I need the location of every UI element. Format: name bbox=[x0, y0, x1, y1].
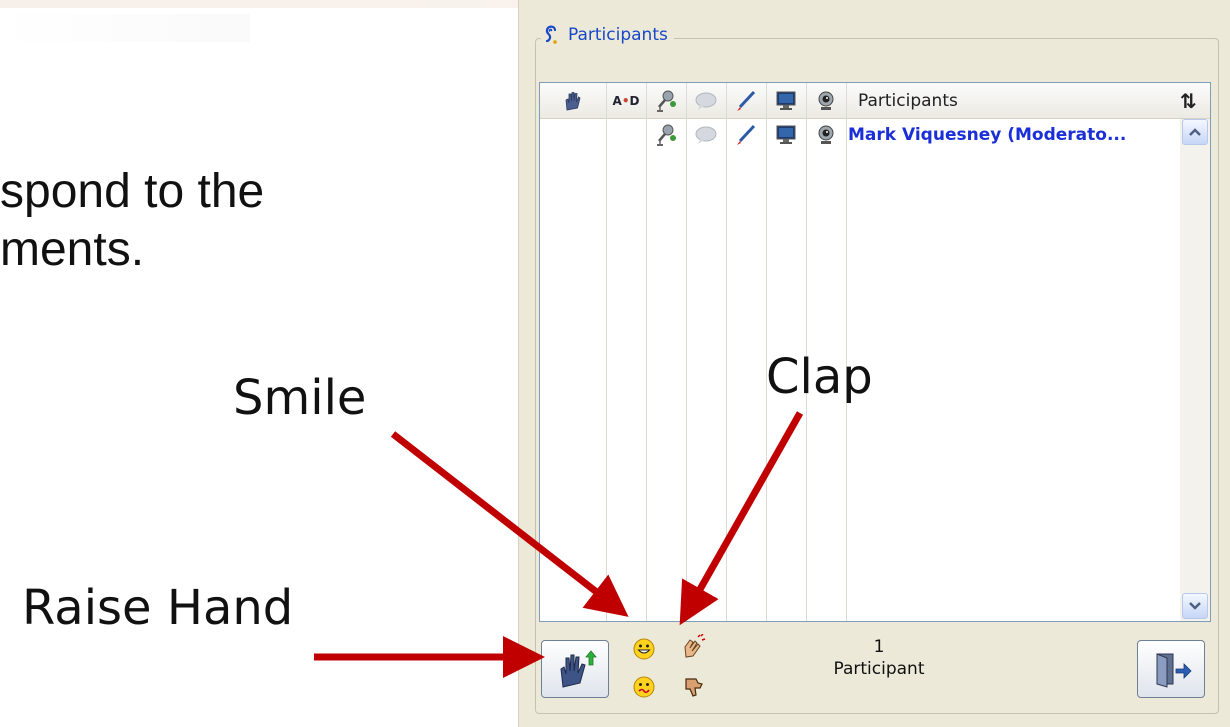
column-separator bbox=[686, 83, 687, 621]
raise-hand-column-header[interactable] bbox=[540, 83, 606, 119]
slide-text-line-2: ments. bbox=[0, 223, 145, 276]
confused-icon bbox=[633, 676, 655, 698]
sort-icon[interactable]: ⇅ bbox=[1180, 89, 1197, 113]
microphone-icon bbox=[657, 90, 676, 112]
participants-column-header[interactable]: Participants bbox=[858, 83, 958, 119]
clap-callout: Clap bbox=[766, 349, 873, 405]
participant-count-value: 1 bbox=[873, 637, 885, 657]
raise-hand-icon bbox=[560, 650, 597, 688]
leave-room-button[interactable] bbox=[1137, 640, 1205, 698]
thumbs-down-icon bbox=[685, 678, 703, 697]
webcam-icon bbox=[818, 91, 834, 110]
chat-column-header[interactable] bbox=[686, 83, 726, 119]
monitor-icon bbox=[776, 91, 796, 110]
exit-door-icon bbox=[1156, 653, 1192, 688]
participants-list-header: A•D Participants ⇅ bbox=[540, 83, 1210, 119]
chevron-down-icon bbox=[1189, 602, 1201, 610]
participant-webcam-cell[interactable] bbox=[806, 119, 846, 151]
participants-list: A•D Participants ⇅ Mark Viquesney (Moder… bbox=[539, 82, 1211, 622]
smile-callout: Smile bbox=[233, 370, 367, 426]
pencil-icon bbox=[737, 124, 756, 145]
scroll-down-button[interactable] bbox=[1182, 593, 1208, 619]
vertical-scrollbar[interactable] bbox=[1180, 119, 1210, 621]
participant-name[interactable]: Mark Viquesney (Moderato... bbox=[848, 119, 1126, 151]
slide-faint-box bbox=[0, 14, 250, 42]
participant-row[interactable]: Mark Viquesney (Moderato... bbox=[540, 119, 1180, 151]
raise-hand-button[interactable] bbox=[541, 640, 609, 698]
slide-text-line-1: spond to the bbox=[0, 165, 265, 218]
participant-whiteboard-cell[interactable] bbox=[726, 119, 766, 151]
participant-microphone-cell[interactable] bbox=[646, 119, 686, 151]
monitor-icon bbox=[776, 125, 796, 144]
webcam-icon bbox=[818, 125, 834, 144]
pencil-icon bbox=[737, 90, 756, 111]
raise-hand-callout: Raise Hand bbox=[22, 580, 294, 636]
thumbs-down-button[interactable] bbox=[681, 674, 707, 700]
clap-button[interactable] bbox=[681, 634, 707, 660]
column-separator bbox=[726, 83, 727, 621]
app-share-column-header[interactable] bbox=[766, 83, 806, 119]
hand-icon bbox=[565, 92, 581, 111]
column-separator bbox=[646, 83, 647, 621]
column-separator bbox=[606, 83, 607, 621]
chat-bubble-icon bbox=[695, 92, 717, 110]
microphone-column-header[interactable] bbox=[646, 83, 686, 119]
participants-ear-icon bbox=[543, 24, 561, 46]
a-d-icon: A•D bbox=[612, 94, 640, 108]
alphabetical-sort-column-header[interactable]: A•D bbox=[606, 83, 646, 119]
webcam-column-header[interactable] bbox=[806, 83, 846, 119]
microphone-icon bbox=[657, 124, 676, 146]
confused-button[interactable] bbox=[631, 674, 657, 700]
participants-panel-title: Participants bbox=[541, 24, 674, 46]
participants-panel: Participants A•D Participants ⇅ Mark Viq… bbox=[518, 0, 1230, 727]
whiteboard-column-header[interactable] bbox=[726, 83, 766, 119]
participant-app-share-cell[interactable] bbox=[766, 119, 806, 151]
participant-chat-cell[interactable] bbox=[686, 119, 726, 151]
smile-button[interactable] bbox=[631, 636, 657, 662]
chat-bubble-icon bbox=[695, 126, 717, 144]
scroll-up-button[interactable] bbox=[1182, 119, 1208, 145]
participant-count-label: Participant bbox=[833, 659, 925, 679]
participants-panel-title-text: Participants bbox=[568, 25, 668, 45]
smile-icon bbox=[633, 638, 655, 660]
clap-icon bbox=[684, 634, 706, 658]
participant-count: 1 Participant bbox=[799, 636, 959, 680]
chevron-up-icon bbox=[1189, 128, 1201, 136]
